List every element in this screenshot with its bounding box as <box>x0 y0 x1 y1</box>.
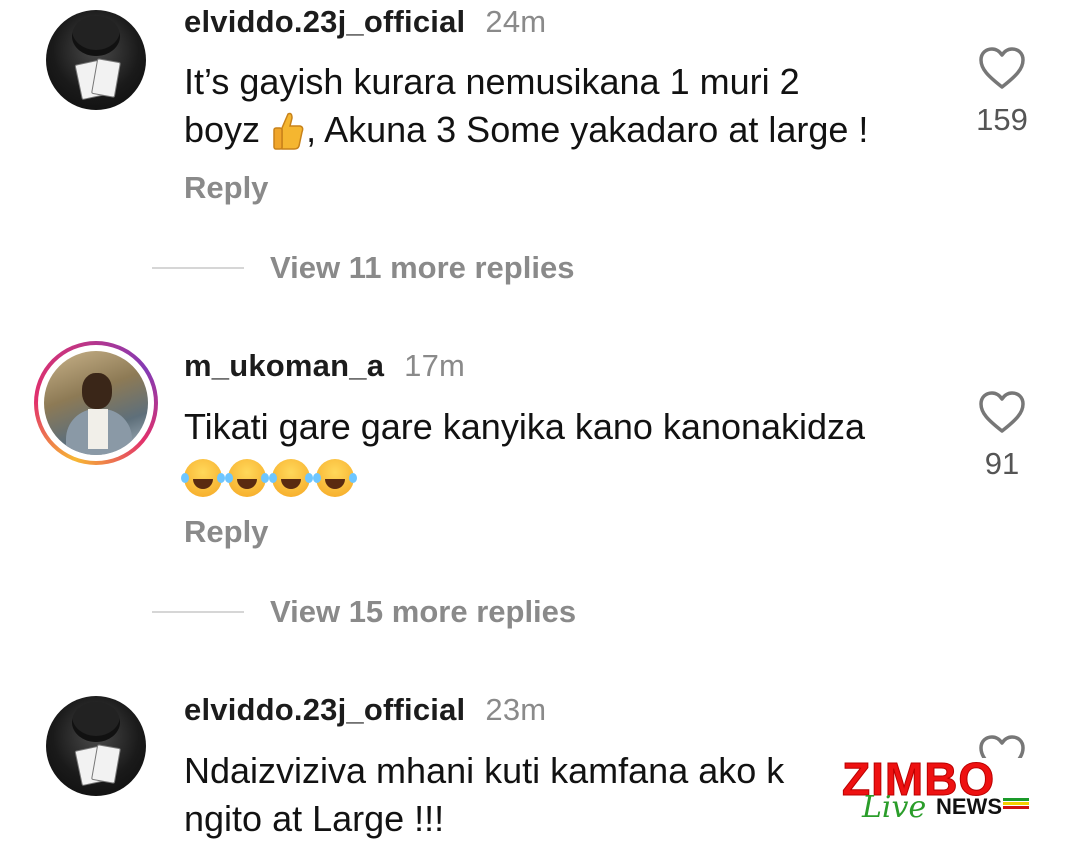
divider <box>152 267 244 269</box>
comment-timestamp: 24m <box>485 4 547 39</box>
comment-text-line: ngito at Large !!! <box>184 798 445 839</box>
comment-username[interactable]: m_ukoman_a 17m <box>184 348 465 384</box>
avatar-card <box>91 744 121 784</box>
like-column: 91 <box>962 390 1042 482</box>
comment-username[interactable]: elviddo.23j_official 23m <box>184 692 546 728</box>
divider <box>152 611 244 613</box>
emoji-row <box>181 451 944 503</box>
watermark-news: NEWS <box>936 794 1002 819</box>
comment-timestamp: 23m <box>485 692 547 727</box>
avatar-ring-gap <box>38 345 154 461</box>
comment-text-line: boyz , Akuna 3 Some yakadaro at large ! <box>184 106 944 154</box>
flag-stripes-icon <box>1003 798 1029 812</box>
view-more-replies-label[interactable]: View 11 more replies <box>270 250 574 286</box>
zimbo-live-news-watermark: ZIMBO Live NEWS <box>840 752 1040 832</box>
avatar[interactable] <box>46 696 146 796</box>
like-count: 159 <box>976 102 1028 137</box>
heart-icon[interactable] <box>978 46 1026 90</box>
avatar-story-ring[interactable] <box>34 341 158 465</box>
watermark-live: Live <box>862 790 927 825</box>
comment-text-segment: , Akuna 3 Some yakadaro at large ! <box>306 109 869 150</box>
username-text[interactable]: m_ukoman_a <box>184 348 384 383</box>
comment-timestamp: 17m <box>404 348 466 383</box>
tears-of-joy-icon <box>313 459 354 497</box>
avatar-face <box>72 16 120 56</box>
like-column: 159 <box>962 46 1042 138</box>
comment-text-line: Tikati gare gare kanyika kano kanonakidz… <box>184 406 866 447</box>
avatar[interactable] <box>46 10 146 110</box>
tears-of-joy-icon <box>225 459 266 497</box>
avatar-shirt <box>88 409 108 449</box>
comment-username[interactable]: elviddo.23j_official 24m <box>184 4 546 40</box>
heart-icon[interactable] <box>978 390 1026 434</box>
tears-of-joy-icon <box>269 459 310 497</box>
thumbs-up-icon <box>273 112 304 150</box>
reply-button[interactable]: Reply <box>184 170 268 206</box>
view-more-replies-label[interactable]: View 15 more replies <box>270 594 576 630</box>
comment-text: Ndaizviziva mhani kuti kamfana ako k ngi… <box>184 747 944 843</box>
view-more-replies[interactable]: View 15 more replies <box>152 592 576 632</box>
avatar[interactable] <box>44 351 148 455</box>
tears-of-joy-icon <box>181 459 222 497</box>
comment-text-segment: boyz <box>184 109 261 150</box>
avatar-head <box>82 373 112 409</box>
like-count: 91 <box>984 446 1020 481</box>
comment-text: It’s gayish kurara nemusikana 1 muri 2 b… <box>184 58 944 154</box>
avatar-face <box>72 702 120 742</box>
comment-text: Tikati gare gare kanyika kano kanonakidz… <box>181 403 944 503</box>
view-more-replies[interactable]: View 11 more replies <box>152 248 574 288</box>
username-text[interactable]: elviddo.23j_official <box>184 692 465 727</box>
comment-text-line: It’s gayish kurara nemusikana 1 muri 2 <box>184 61 800 102</box>
comment-text-line: Ndaizviziva mhani kuti kamfana ako k <box>184 750 785 791</box>
reply-button[interactable]: Reply <box>184 514 268 550</box>
avatar-card <box>91 58 121 98</box>
username-text[interactable]: elviddo.23j_official <box>184 4 465 39</box>
